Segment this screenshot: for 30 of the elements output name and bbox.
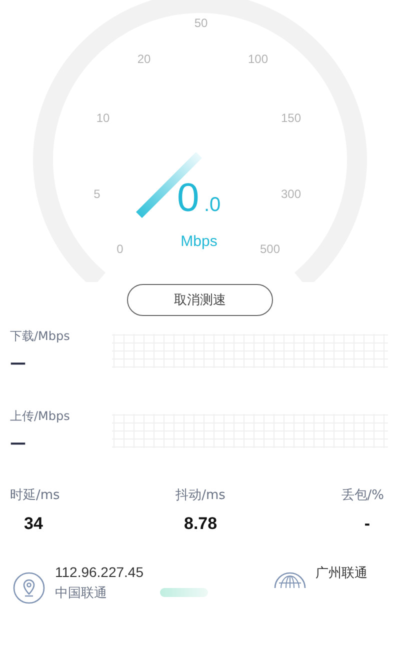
stat-label: 抖动/ms — [176, 487, 226, 504]
stat-label: 时延/ms — [10, 487, 60, 504]
speed-decimal: .0 — [204, 194, 221, 216]
gauge-label: 300 — [280, 187, 302, 201]
stat-label: 丢包/% — [341, 487, 384, 504]
gauge-label: 20 — [137, 52, 151, 66]
gauge-label: 10 — [96, 111, 110, 125]
gauge-label: 100 — [248, 52, 268, 66]
stat-value: 34 — [23, 514, 44, 534]
graph-label: 下载/Mbps — [10, 328, 70, 345]
gauge-label: 50 — [194, 16, 208, 30]
gauge-needle — [136, 152, 202, 218]
stat-value: - — [363, 514, 371, 534]
ip-address: 112.96.227.45 — [55, 564, 144, 580]
gauge-label: 150 — [280, 111, 302, 125]
globe-icon — [274, 572, 306, 588]
location-pin-icon — [13, 572, 45, 604]
stat-value: 8.78 — [183, 514, 218, 534]
server-name: 广州联通 — [316, 565, 368, 582]
gauge-label: 5 — [94, 187, 100, 201]
gauge-label: 500 — [260, 242, 280, 256]
graph-label: 上传/Mbps — [10, 408, 70, 425]
isp-name: 中国联通 — [55, 585, 108, 602]
graph-value: — — [10, 355, 27, 371]
cancel-button[interactable]: 取消测速 — [127, 284, 273, 316]
graph-value: — — [10, 435, 27, 451]
speed-value: 0 — [177, 176, 200, 220]
gauge-label: 0 — [116, 242, 124, 256]
connection-bar — [160, 588, 208, 597]
speed-unit: Mbps — [180, 233, 218, 250]
